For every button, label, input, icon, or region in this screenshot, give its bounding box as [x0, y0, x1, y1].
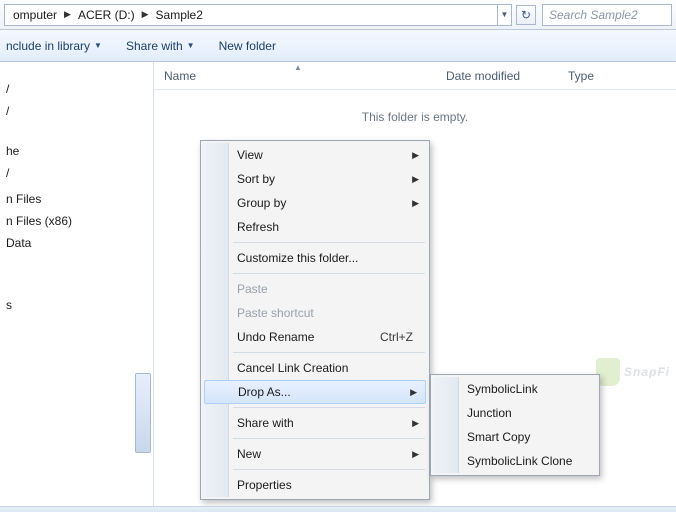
chevron-down-icon: ▼ [187, 41, 195, 50]
tree-item[interactable]: Data [6, 232, 153, 254]
chevron-right-icon: ▶ [412, 198, 419, 209]
tree-item[interactable]: s [6, 294, 153, 316]
crumb-computer[interactable]: omputer [9, 8, 61, 22]
column-type[interactable]: Type [558, 62, 604, 89]
submenu-junction[interactable]: Junction [433, 401, 597, 425]
menu-properties-label: Properties [237, 478, 292, 492]
menu-new-label: New [237, 447, 261, 461]
address-history-dropdown[interactable]: ▼ [498, 4, 512, 26]
chevron-right-icon: ▶ [412, 150, 419, 161]
menu-cancel-link[interactable]: Cancel Link Creation [203, 356, 427, 380]
include-label: nclude in library [6, 39, 90, 53]
menu-drop-as-label: Drop As... [238, 385, 291, 399]
submenu-symclone-label: SymbolicLink Clone [467, 454, 572, 468]
chevron-down-icon: ▼ [94, 41, 102, 50]
menu-separator [233, 242, 425, 243]
empty-folder-text: This folder is empty. [154, 110, 676, 124]
menu-undo-shortcut: Ctrl+Z [380, 330, 413, 344]
menu-paste: Paste [203, 277, 427, 301]
menu-separator [233, 352, 425, 353]
menu-group-by[interactable]: Group by ▶ [203, 191, 427, 215]
submenu-smart-copy[interactable]: Smart Copy [433, 425, 597, 449]
column-name-label: Name [164, 69, 196, 83]
tree-item[interactable]: n Files [6, 188, 153, 210]
submenu-junction-label: Junction [467, 406, 512, 420]
watermark: SnapFi [596, 358, 670, 386]
refresh-icon[interactable]: ↻ [516, 5, 536, 25]
menu-sort-by[interactable]: Sort by ▶ [203, 167, 427, 191]
tree-item[interactable]: he [6, 140, 153, 162]
scrollbar-thumb[interactable] [135, 373, 151, 453]
menu-paste-shortcut-label: Paste shortcut [237, 306, 314, 320]
menu-cancel-link-label: Cancel Link Creation [237, 361, 348, 375]
search-input[interactable]: Search Sample2 [542, 4, 672, 26]
share-label: Share with [126, 39, 183, 53]
menu-sharewith-label: Share with [237, 416, 294, 430]
menu-paste-label: Paste [237, 282, 268, 296]
status-bar [0, 506, 676, 512]
chevron-right-icon: ▶ [412, 449, 419, 460]
menu-paste-shortcut: Paste shortcut [203, 301, 427, 325]
menu-view[interactable]: View ▶ [203, 143, 427, 167]
column-name[interactable]: Name ▲ [154, 62, 434, 89]
chevron-right-icon: ▶ [412, 174, 419, 185]
menu-properties[interactable]: Properties [203, 473, 427, 497]
menu-separator [233, 438, 425, 439]
include-in-library-button[interactable]: nclude in library ▼ [6, 39, 102, 53]
context-menu: View ▶ Sort by ▶ Group by ▶ Refresh Customi… [200, 140, 430, 500]
newfolder-label: New folder [219, 39, 276, 53]
menu-drop-as[interactable]: Drop As... ▶ [204, 380, 426, 404]
watermark-text: SnapFi [624, 365, 670, 379]
chevron-right-icon: ▶ [412, 418, 419, 429]
address-buttons: ↻ [516, 5, 536, 25]
chevron-right-icon: ▶ [410, 387, 417, 398]
chevron-right-icon[interactable]: ▶ [139, 9, 152, 20]
breadcrumb[interactable]: omputer ▶ ACER (D:) ▶ Sample2 [4, 4, 498, 26]
chevron-right-icon[interactable]: ▶ [61, 9, 74, 20]
menu-sortby-label: Sort by [237, 172, 275, 186]
crumb-folder[interactable]: Sample2 [152, 8, 207, 22]
sort-asc-icon: ▲ [294, 63, 302, 72]
menu-new[interactable]: New ▶ [203, 442, 427, 466]
tree-item[interactable]: / [6, 100, 153, 122]
column-date[interactable]: Date modified [436, 62, 556, 89]
tree-item[interactable]: / [6, 162, 153, 184]
submenu-smartcopy-label: Smart Copy [467, 430, 530, 444]
address-bar: omputer ▶ ACER (D:) ▶ Sample2 ▼ ↻ Search… [0, 0, 676, 30]
tree-item[interactable]: n Files (x86) [6, 210, 153, 232]
column-headers: Name ▲ Date modified Type [154, 62, 676, 90]
submenu-symlink-label: SymbolicLink [467, 382, 538, 396]
submenu-symboliclink-clone[interactable]: SymbolicLink Clone [433, 449, 597, 473]
menu-share-with[interactable]: Share with ▶ [203, 411, 427, 435]
menu-separator [233, 273, 425, 274]
menu-undo[interactable]: Undo Rename Ctrl+Z [203, 325, 427, 349]
tree-item[interactable]: / [6, 78, 153, 100]
context-submenu-drop-as: SymbolicLink Junction Smart Copy Symboli… [430, 374, 600, 476]
menu-groupby-label: Group by [237, 196, 286, 210]
menu-refresh-label: Refresh [237, 220, 279, 234]
share-with-button[interactable]: Share with ▼ [126, 39, 195, 53]
menu-view-label: View [237, 148, 263, 162]
menu-customize[interactable]: Customize this folder... [203, 246, 427, 270]
command-bar: nclude in library ▼ Share with ▼ New fol… [0, 30, 676, 62]
menu-separator [233, 469, 425, 470]
menu-customize-label: Customize this folder... [237, 251, 358, 265]
menu-separator [233, 407, 425, 408]
submenu-symboliclink[interactable]: SymbolicLink [433, 377, 597, 401]
crumb-drive[interactable]: ACER (D:) [74, 8, 139, 22]
menu-undo-label: Undo Rename [237, 330, 314, 344]
navigation-pane[interactable]: / / he / n Files n Files (x86) Data s [0, 62, 154, 506]
menu-refresh[interactable]: Refresh [203, 215, 427, 239]
new-folder-button[interactable]: New folder [219, 39, 276, 53]
